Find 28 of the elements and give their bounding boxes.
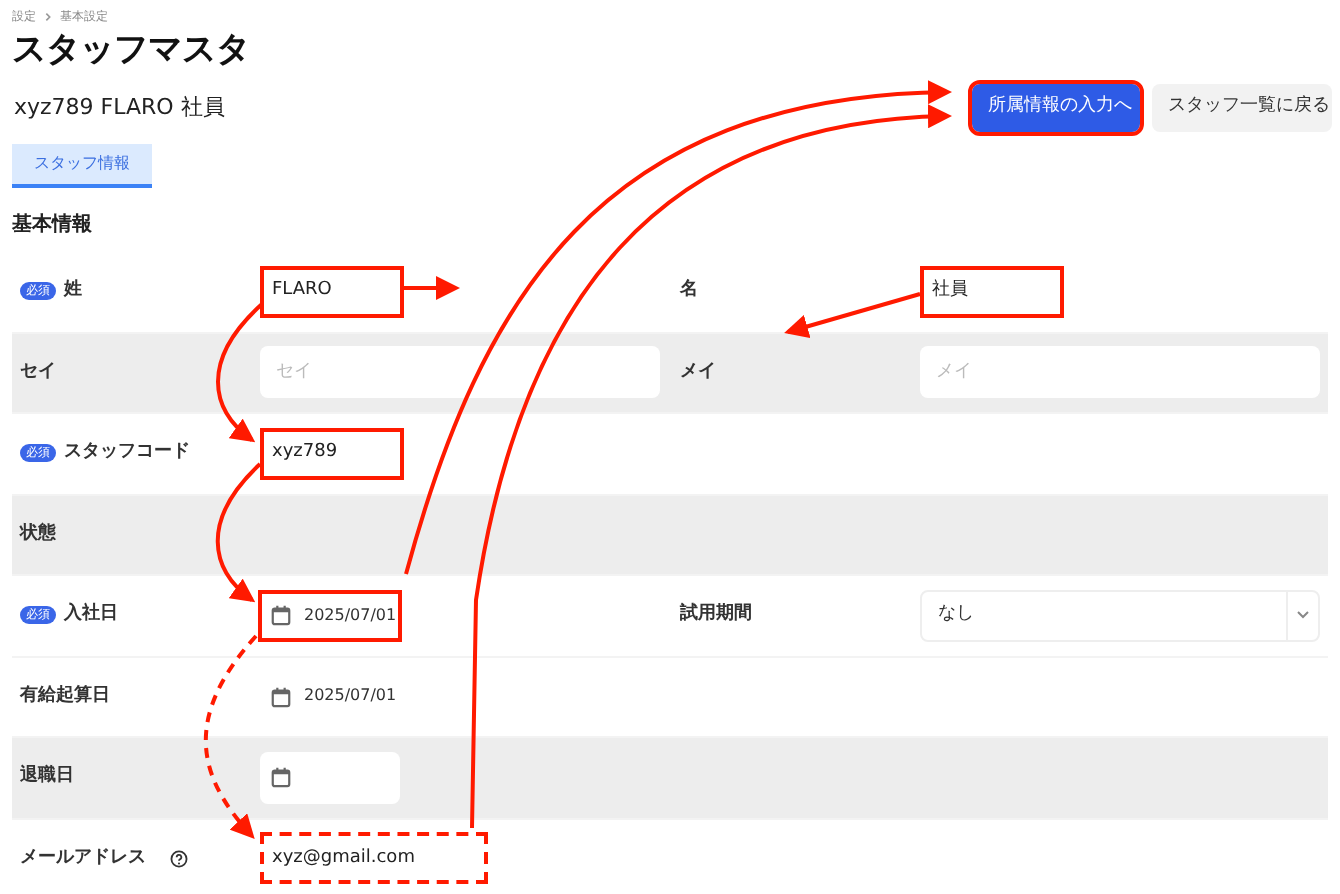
next-button[interactable]: 所属情報の入力へ [972,84,1140,132]
chevron-right-icon [44,12,52,22]
calendar-icon [270,604,292,627]
field-label: 名 [680,278,698,304]
calendar-icon [270,685,292,708]
calendar-icon [270,766,292,789]
field-label: 姓 [64,278,82,304]
field-label: メールアドレス [20,845,146,871]
field-label: 入社日 [64,602,118,628]
field-label: 有給起算日 [20,683,110,709]
field-label: メイ [680,359,716,385]
tab[interactable]: スタッフ情報 [12,144,152,188]
field-label: 試用期間 [680,602,752,628]
date-field[interactable] [260,751,400,804]
field-label: セイ [20,359,56,385]
back-button[interactable]: スタッフ一覧に戻る [1152,84,1332,132]
section-heading: 基本情報 [12,211,94,240]
page-title: スタッフマスタ [12,28,252,72]
staff-name: xyz789 FLARO 社員 [14,91,225,124]
field-label: 退職日 [20,764,74,790]
date-value: 2025/07/01 [304,603,397,628]
date-value: 2025/07/01 [304,684,397,709]
select-field[interactable]: なし [920,589,1320,642]
date-field[interactable]: 2025/07/01 [260,589,400,642]
chevron-down-icon [1296,610,1310,621]
field-label: 状態 [20,521,56,547]
field-label: スタッフコード [64,440,190,466]
text-field[interactable]: xyz789 [260,427,404,480]
